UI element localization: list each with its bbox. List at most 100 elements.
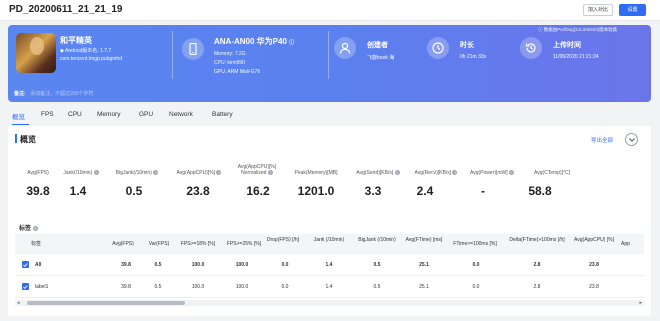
overview-card: 概览 导出全部 Avg(FPS) 39.8 Jank(/10min) ? 1.4… [8,126,651,316]
help-icon[interactable]: ? [267,170,273,176]
session-info-banner: 和平精英 ◆ Android版本名: 1.7.7 com.tencent.tmg… [8,25,651,102]
page-title: PD_20200611_21_21_19 [9,4,123,15]
column-header[interactable]: Avg(FPS) [103,241,143,247]
metric-value: 2.4 [416,184,434,198]
device-title-text: ANA-AN00 华为P40 [214,37,287,46]
row-checkbox[interactable] [22,261,29,268]
collection-tip: ⓘ 数据由PerfDog(3.5.200402)版本收集 [538,27,617,33]
app-version-text: Android版本名: 1.7.7 [64,48,112,54]
metric-label-text: Avg(Power)[mW] [469,170,508,176]
column-header[interactable]: Avg(AppCPU) [%] [571,237,617,243]
cell: 0.0 [472,262,480,268]
user-icon [334,37,356,59]
cell: 100.0 [235,262,249,268]
collapse-button[interactable] [625,133,638,146]
note[interactable]: 备注: 添加备注，不超过200个字符 [14,90,93,97]
help-icon[interactable]: ? [93,170,99,176]
metric-value: 58.8 [528,184,552,198]
tab-network[interactable]: Network [169,111,193,118]
settings-button[interactable]: 设置 [619,4,646,16]
column-header[interactable]: FTime>=100ms [%] [445,241,505,247]
app-version: ◆ Android版本名: 1.7.7 [60,47,111,54]
table-header: 标签 Avg(FPS) Var(FPS) FPS>=18% [%] FPS>=2… [15,234,644,254]
help-icon[interactable]: ? [452,170,458,176]
cell: 0.0 [472,284,480,290]
metric-label-text: Jank(/10min) [63,170,93,176]
metric-label: Avg(AppCPU)[%] Normalized ? [231,164,283,176]
tab-battery[interactable]: Battery [212,111,233,118]
device-memory: Memory: 7.2G [214,51,246,57]
tab-fps[interactable]: FPS [41,111,54,118]
collection-tip-text: 数据由PerfDog(3.5.200402)版本收集 [543,27,618,32]
divider [328,31,329,79]
metric-value: 16.2 [246,184,270,198]
history-icon [520,37,542,59]
cell: 25.1 [419,262,429,268]
metric-label: Avg(FPS) [27,170,49,176]
help-icon[interactable]: ? [509,170,515,176]
column-header[interactable]: Avg(FTime) [ms] [403,237,445,243]
phone-icon [182,38,204,60]
check-icon [23,262,28,267]
table-row[interactable]: label1 39.8 0.5 100.0 100.0 0.0 1.4 0.5 … [15,276,644,298]
tab-memory[interactable]: Memory [97,111,120,118]
tags-title-text: 标签 [19,226,32,232]
help-icon[interactable]: ? [153,170,159,176]
cell: 0.5 [373,262,381,268]
scroll-left-icon[interactable]: ◂ [17,300,20,306]
note-label: 备注: [14,91,26,97]
tab-gpu[interactable]: GPU [139,111,153,118]
cell: 0.5 [373,284,381,290]
help-icon[interactable]: ? [32,225,38,231]
scroll-right-icon[interactable]: ▸ [639,300,642,306]
metric-label-text: Avg(AppCPU)[%] [176,170,216,176]
column-header[interactable]: FPS>=25% [%] [221,241,267,247]
column-header[interactable]: Var(FPS) [141,241,177,247]
android-icon: ◆ [60,48,64,54]
metric-label: Avg(CTemp)[°C] [533,170,571,176]
row-checkbox[interactable] [22,283,29,290]
cell: 0.0 [281,284,289,290]
tab-overview[interactable]: 概览 [12,111,25,121]
column-header[interactable]: FPS>=18% [%] [174,241,222,247]
cell: 0.5 [154,284,162,290]
column-header[interactable]: BigJank (/10min) [351,237,403,243]
chevron-down-icon [628,137,635,142]
horizontal-scrollbar[interactable]: ◂ ▸ [15,300,644,306]
game-icon [16,33,56,73]
divider [172,31,173,79]
column-header[interactable]: Jank (/10min) [309,237,349,243]
device-title: ANA-AN00 华为P40 ⓘ [214,36,294,47]
export-all-link[interactable]: 导出全部 [591,136,613,144]
column-header[interactable]: Drop(FPS) [/h] [265,237,301,243]
tab-cpu[interactable]: CPU [68,111,82,118]
metric-value: 3.3 [364,184,382,198]
device-gpu: GPU: ARM Mali-G76 [214,69,261,75]
compare-button[interactable]: 加入对比 [583,4,613,16]
metric-label-text: BigJank(/10min) [115,170,152,176]
cell: 25.1 [419,284,429,290]
metric-value: 0.5 [125,184,143,198]
tags-title: 标签 ? [19,223,38,232]
duration-value: 0h 21m 33s [460,54,487,60]
table-row[interactable]: All 39.8 0.5 100.0 100.0 0.0 1.4 0.5 25.… [15,254,644,276]
help-icon[interactable]: ? [394,170,400,176]
cell: 23.8 [589,284,599,290]
cell: 0.5 [154,262,162,268]
metric-label: Peak(Memory)[MB] [294,170,338,176]
upload-value: 11/06/2020 21:21:24 [553,54,599,60]
metric-label-text: Avg(Recv)[KB/s] [414,170,452,176]
app-package: com.tencent.tmgp.pubgmhd [60,56,122,62]
active-tab-indicator [12,124,29,125]
metric-label: Avg(Recv)[KB/s] ? [408,170,464,176]
note-placeholder[interactable]: 添加备注，不超过200个字符 [30,91,93,97]
scrollbar-thumb[interactable] [27,301,185,305]
metric-value: 1201.0 [297,184,335,198]
metric-value: - [481,184,485,198]
device-cpu: CPU: kirin990 [214,60,245,66]
column-header[interactable]: Delta(FTime)>100ms [/h] [505,237,569,243]
column-header[interactable]: App [621,241,641,247]
metric-label: Avg(AppCPU)[%] ? [171,170,227,176]
device-info-icon[interactable]: ⓘ [289,40,294,46]
help-icon[interactable]: ? [216,170,222,176]
